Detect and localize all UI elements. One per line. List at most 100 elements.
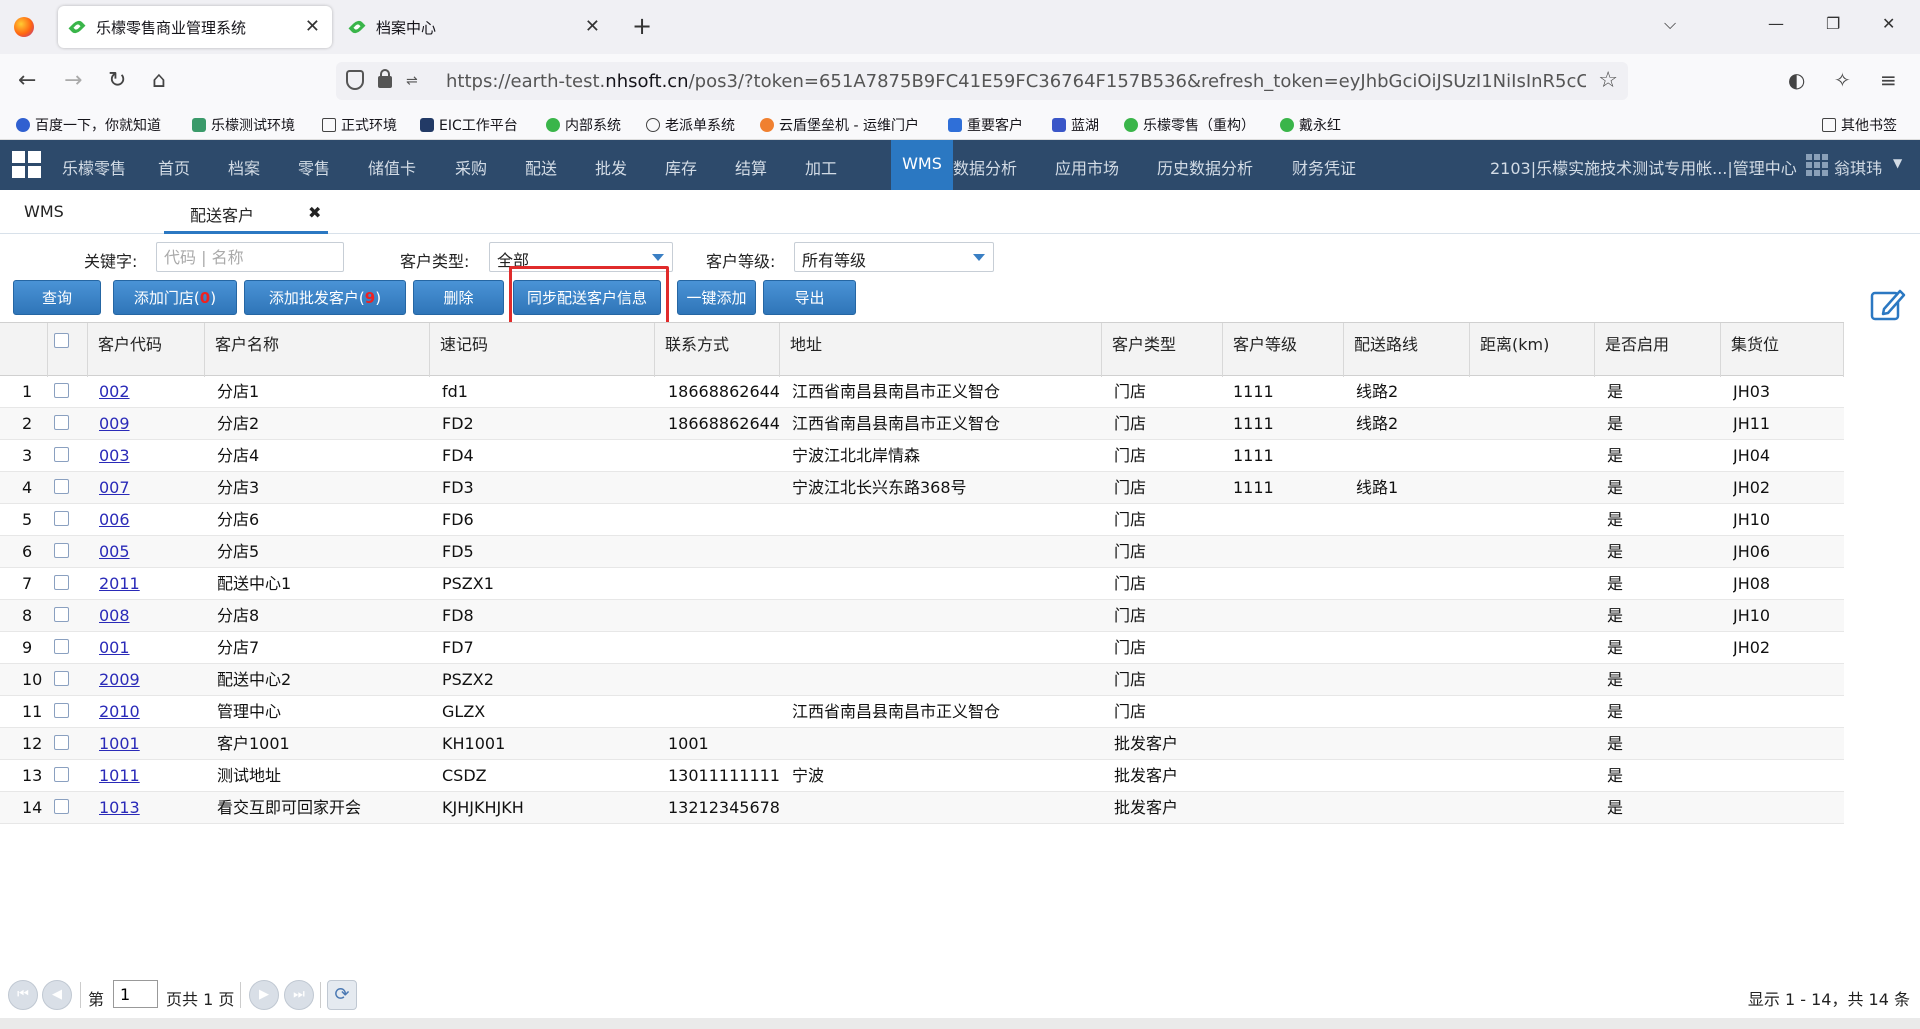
table-row[interactable]: 5 006 分店6 FD6 门店 是 JH10: [0, 504, 1844, 536]
row-checkbox[interactable]: [54, 767, 69, 782]
close-tab-icon[interactable]: ✕: [585, 16, 600, 37]
customer-code-link[interactable]: 2011: [99, 568, 199, 599]
column-header[interactable]: 距离(km): [1470, 323, 1595, 377]
add-wholesale-customer-button[interactable]: 添加批发客户(9): [244, 280, 406, 315]
chevron-down-icon[interactable]: ⌵: [1664, 14, 1676, 34]
menu-processing[interactable]: 加工: [805, 155, 837, 179]
firefox-icon[interactable]: [14, 17, 34, 37]
prev-page-icon[interactable]: ◀: [42, 980, 72, 1010]
customer-code-link[interactable]: 2009: [99, 664, 199, 695]
org-selector[interactable]: 2103|乐檬实施技术测试专用帐...|管理中心: [1490, 155, 1797, 179]
menu-settlement[interactable]: 结算: [735, 155, 767, 179]
menu-stored-value-card[interactable]: 储值卡: [368, 155, 416, 179]
row-checkbox[interactable]: [54, 799, 69, 814]
row-checkbox[interactable]: [54, 735, 69, 750]
restore-icon[interactable]: ❐: [1826, 14, 1840, 33]
row-checkbox[interactable]: [54, 607, 69, 622]
customer-code-link[interactable]: 2010: [99, 696, 199, 727]
row-checkbox[interactable]: [54, 511, 69, 526]
table-row[interactable]: 12 1001 客户1001 KH1001 1001 批发客户 是: [0, 728, 1844, 760]
add-store-button[interactable]: 添加门店(0): [113, 280, 237, 315]
bookmark-item[interactable]: 戴永红: [1280, 115, 1341, 135]
row-checkbox[interactable]: [54, 575, 69, 590]
column-header[interactable]: 客户名称: [205, 323, 430, 377]
one-click-add-button[interactable]: 一键添加: [677, 280, 756, 315]
other-bookmarks-folder[interactable]: 其他书签: [1822, 115, 1897, 135]
forward-arrow-icon[interactable]: →: [64, 68, 82, 93]
window-close-icon[interactable]: ✕: [1882, 14, 1895, 33]
column-header[interactable]: 联系方式: [655, 323, 780, 377]
customer-code-link[interactable]: 005: [99, 536, 199, 567]
shield-icon[interactable]: [346, 70, 364, 90]
browser-tab-active[interactable]: 乐檬零售商业管理系统 ✕: [58, 6, 332, 48]
customer-code-link[interactable]: 1011: [99, 760, 199, 791]
reload-icon[interactable]: ↻: [108, 68, 126, 93]
table-row[interactable]: 4 007 分店3 FD3 宁波江北长兴东路368号 门店 1111 线路1 是 JH02: [0, 472, 1844, 504]
minimize-icon[interactable]: —: [1768, 14, 1784, 33]
hamburger-menu-icon[interactable]: ≡: [1880, 68, 1897, 92]
permissions-icon[interactable]: ⇌: [406, 73, 418, 89]
browser-tab-inactive[interactable]: 档案中心 ✕: [338, 6, 612, 48]
bookmark-item[interactable]: EIC工作平台: [420, 115, 518, 135]
table-row[interactable]: 8 008 分店8 FD8 门店 是 JH10: [0, 600, 1844, 632]
refresh-icon[interactable]: ⟳: [327, 980, 357, 1010]
column-header[interactable]: 地址: [780, 323, 1102, 377]
row-checkbox[interactable]: [54, 703, 69, 718]
url-text[interactable]: https://earth-test.nhsoft.cn/pos3/?token…: [446, 71, 1586, 92]
app-brand[interactable]: 乐檬零售: [62, 155, 126, 179]
column-header[interactable]: 配送路线: [1344, 323, 1470, 377]
menu-home[interactable]: 首页: [158, 155, 190, 179]
bookmark-folder[interactable]: 正式环境: [322, 115, 397, 135]
menu-finance-voucher[interactable]: 财务凭证: [1292, 155, 1356, 179]
query-button[interactable]: 查询: [13, 280, 101, 315]
column-header[interactable]: 客户代码: [88, 323, 205, 377]
customer-code-link[interactable]: 003: [99, 440, 199, 471]
account-icon[interactable]: ◐: [1788, 68, 1805, 92]
table-row[interactable]: 7 2011 配送中心1 PSZX1 门店 是 JH08: [0, 568, 1844, 600]
menu-history-analysis[interactable]: 历史数据分析: [1157, 155, 1253, 179]
menu-app-market[interactable]: 应用市场: [1055, 155, 1119, 179]
bookmark-item[interactable]: 云盾堡垒机 - 运维门户: [760, 115, 919, 135]
table-row[interactable]: 10 2009 配送中心2 PSZX2 门店 是: [0, 664, 1844, 696]
page-tab-distribution-customers[interactable]: 配送客户 ✖: [164, 190, 328, 234]
table-row[interactable]: 11 2010 管理中心 GLZX 江西省南昌县南昌市正义智仓 门店 是: [0, 696, 1844, 728]
menu-wms-active[interactable]: WMS: [891, 140, 953, 190]
menu-data-analysis[interactable]: 数据分析: [953, 155, 1017, 179]
table-row[interactable]: 6 005 分店5 FD5 门店 是 JH06: [0, 536, 1844, 568]
caret-down-icon[interactable]: ▼: [1893, 156, 1902, 170]
table-row[interactable]: 2 009 分店2 FD2 18668862644 江西省南昌县南昌市正义智仓 门店 1111…: [0, 408, 1844, 440]
bookmark-item[interactable]: 蓝湖: [1052, 115, 1099, 135]
lock-icon[interactable]: [378, 69, 392, 88]
edit-icon[interactable]: [1870, 287, 1906, 321]
close-page-tab-icon[interactable]: ✖: [308, 203, 321, 222]
page-number-input[interactable]: [113, 980, 158, 1008]
keyword-input[interactable]: [156, 242, 344, 272]
bookmark-item[interactable]: 内部系统: [546, 115, 621, 135]
menu-retail[interactable]: 零售: [298, 155, 330, 179]
customer-level-select[interactable]: 所有等级: [794, 242, 994, 272]
row-checkbox[interactable]: [54, 415, 69, 430]
customer-code-link[interactable]: 002: [99, 376, 199, 407]
table-row[interactable]: 1 002 分店1 fd1 18668862644 江西省南昌县南昌市正义智仓 门店 1111…: [0, 376, 1844, 408]
column-header[interactable]: 是否启用: [1595, 323, 1721, 377]
customer-code-link[interactable]: 009: [99, 408, 199, 439]
user-name[interactable]: 翁琪玮: [1834, 155, 1882, 179]
menu-purchase[interactable]: 采购: [455, 155, 487, 179]
home-icon[interactable]: ⌂: [152, 68, 166, 93]
app-grid-icon[interactable]: [12, 151, 42, 179]
column-header[interactable]: 客户等级: [1223, 323, 1344, 377]
row-checkbox[interactable]: [54, 479, 69, 494]
bookmark-item[interactable]: 百度一下，你就知道: [16, 115, 161, 135]
customer-code-link[interactable]: 006: [99, 504, 199, 535]
customer-code-link[interactable]: 001: [99, 632, 199, 663]
new-tab-icon[interactable]: +: [632, 12, 652, 40]
select-all-checkbox[interactable]: [54, 333, 69, 348]
column-header[interactable]: 客户类型: [1102, 323, 1223, 377]
next-page-icon[interactable]: ▶: [249, 980, 279, 1010]
bookmark-item[interactable]: 乐檬测试环境: [192, 115, 295, 135]
row-checkbox[interactable]: [54, 639, 69, 654]
column-header[interactable]: 速记码: [430, 323, 655, 377]
close-tab-icon[interactable]: ✕: [305, 16, 320, 37]
row-checkbox[interactable]: [54, 543, 69, 558]
page-tab-wms[interactable]: WMS: [24, 202, 64, 221]
